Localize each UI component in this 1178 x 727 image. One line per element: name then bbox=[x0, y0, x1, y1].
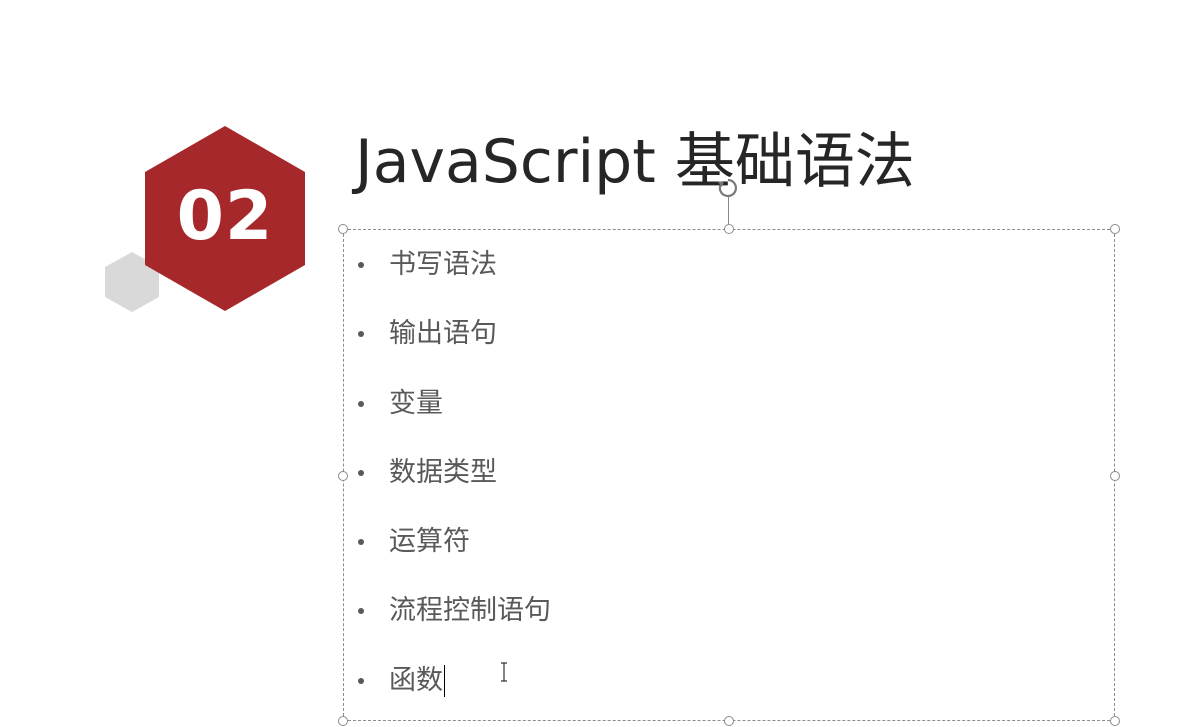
text-caret bbox=[444, 665, 445, 698]
bullet-text: 运算符 bbox=[389, 526, 470, 558]
resize-handle-bottom-center[interactable] bbox=[724, 716, 734, 726]
list-item[interactable]: 输出语句 bbox=[344, 315, 551, 384]
rotate-handle-connector bbox=[728, 196, 729, 224]
list-item[interactable]: 函数 bbox=[344, 662, 551, 727]
resize-handle-top-center[interactable] bbox=[724, 224, 734, 234]
list-item[interactable]: 变量 bbox=[344, 385, 551, 454]
resize-handle-bottom-left[interactable] bbox=[338, 716, 348, 726]
bullet-text: 输出语句 bbox=[389, 318, 497, 350]
resize-handle-top-left[interactable] bbox=[338, 224, 348, 234]
bullet-text: 书写语法 bbox=[389, 249, 497, 280]
bullet-dot bbox=[358, 469, 364, 476]
resize-handle-bottom-right[interactable] bbox=[1110, 716, 1120, 726]
list-item[interactable]: 流程控制语句 bbox=[344, 592, 551, 661]
bullet-dot bbox=[358, 400, 364, 407]
slide-canvas: 02 JavaScript 基础语法 书写语法 输出语句 变量 数据类型 运算符… bbox=[0, 0, 1178, 727]
bullet-dot bbox=[358, 539, 364, 546]
bullet-dot bbox=[358, 677, 364, 684]
bullet-text: 数据类型 bbox=[389, 456, 497, 488]
list-item[interactable]: 运算符 bbox=[344, 523, 551, 592]
resize-handle-middle-left[interactable] bbox=[338, 471, 348, 481]
list-item[interactable]: 数据类型 bbox=[344, 454, 551, 523]
resize-handle-middle-right[interactable] bbox=[1110, 471, 1120, 481]
section-number: 02 bbox=[176, 177, 274, 256]
bullet-dot bbox=[358, 262, 364, 268]
resize-handle-top-right[interactable] bbox=[1110, 224, 1120, 234]
bullet-dot bbox=[358, 331, 364, 338]
bullet-list: 书写语法 输出语句 变量 数据类型 运算符 流程控制语句 函数 bbox=[344, 246, 551, 727]
slide-title[interactable]: JavaScript 基础语法 bbox=[355, 132, 915, 192]
rotate-handle-icon[interactable] bbox=[717, 177, 739, 199]
bullet-text-box[interactable]: 书写语法 输出语句 变量 数据类型 运算符 流程控制语句 函数 bbox=[343, 229, 1115, 721]
bullet-text: 流程控制语句 bbox=[389, 595, 551, 627]
list-item[interactable]: 书写语法 bbox=[344, 246, 551, 315]
bullet-text: 变量 bbox=[389, 387, 443, 419]
bullet-dot bbox=[358, 608, 364, 615]
bullet-text: 函数 bbox=[389, 664, 443, 696]
text-cursor-icon bbox=[501, 662, 507, 682]
